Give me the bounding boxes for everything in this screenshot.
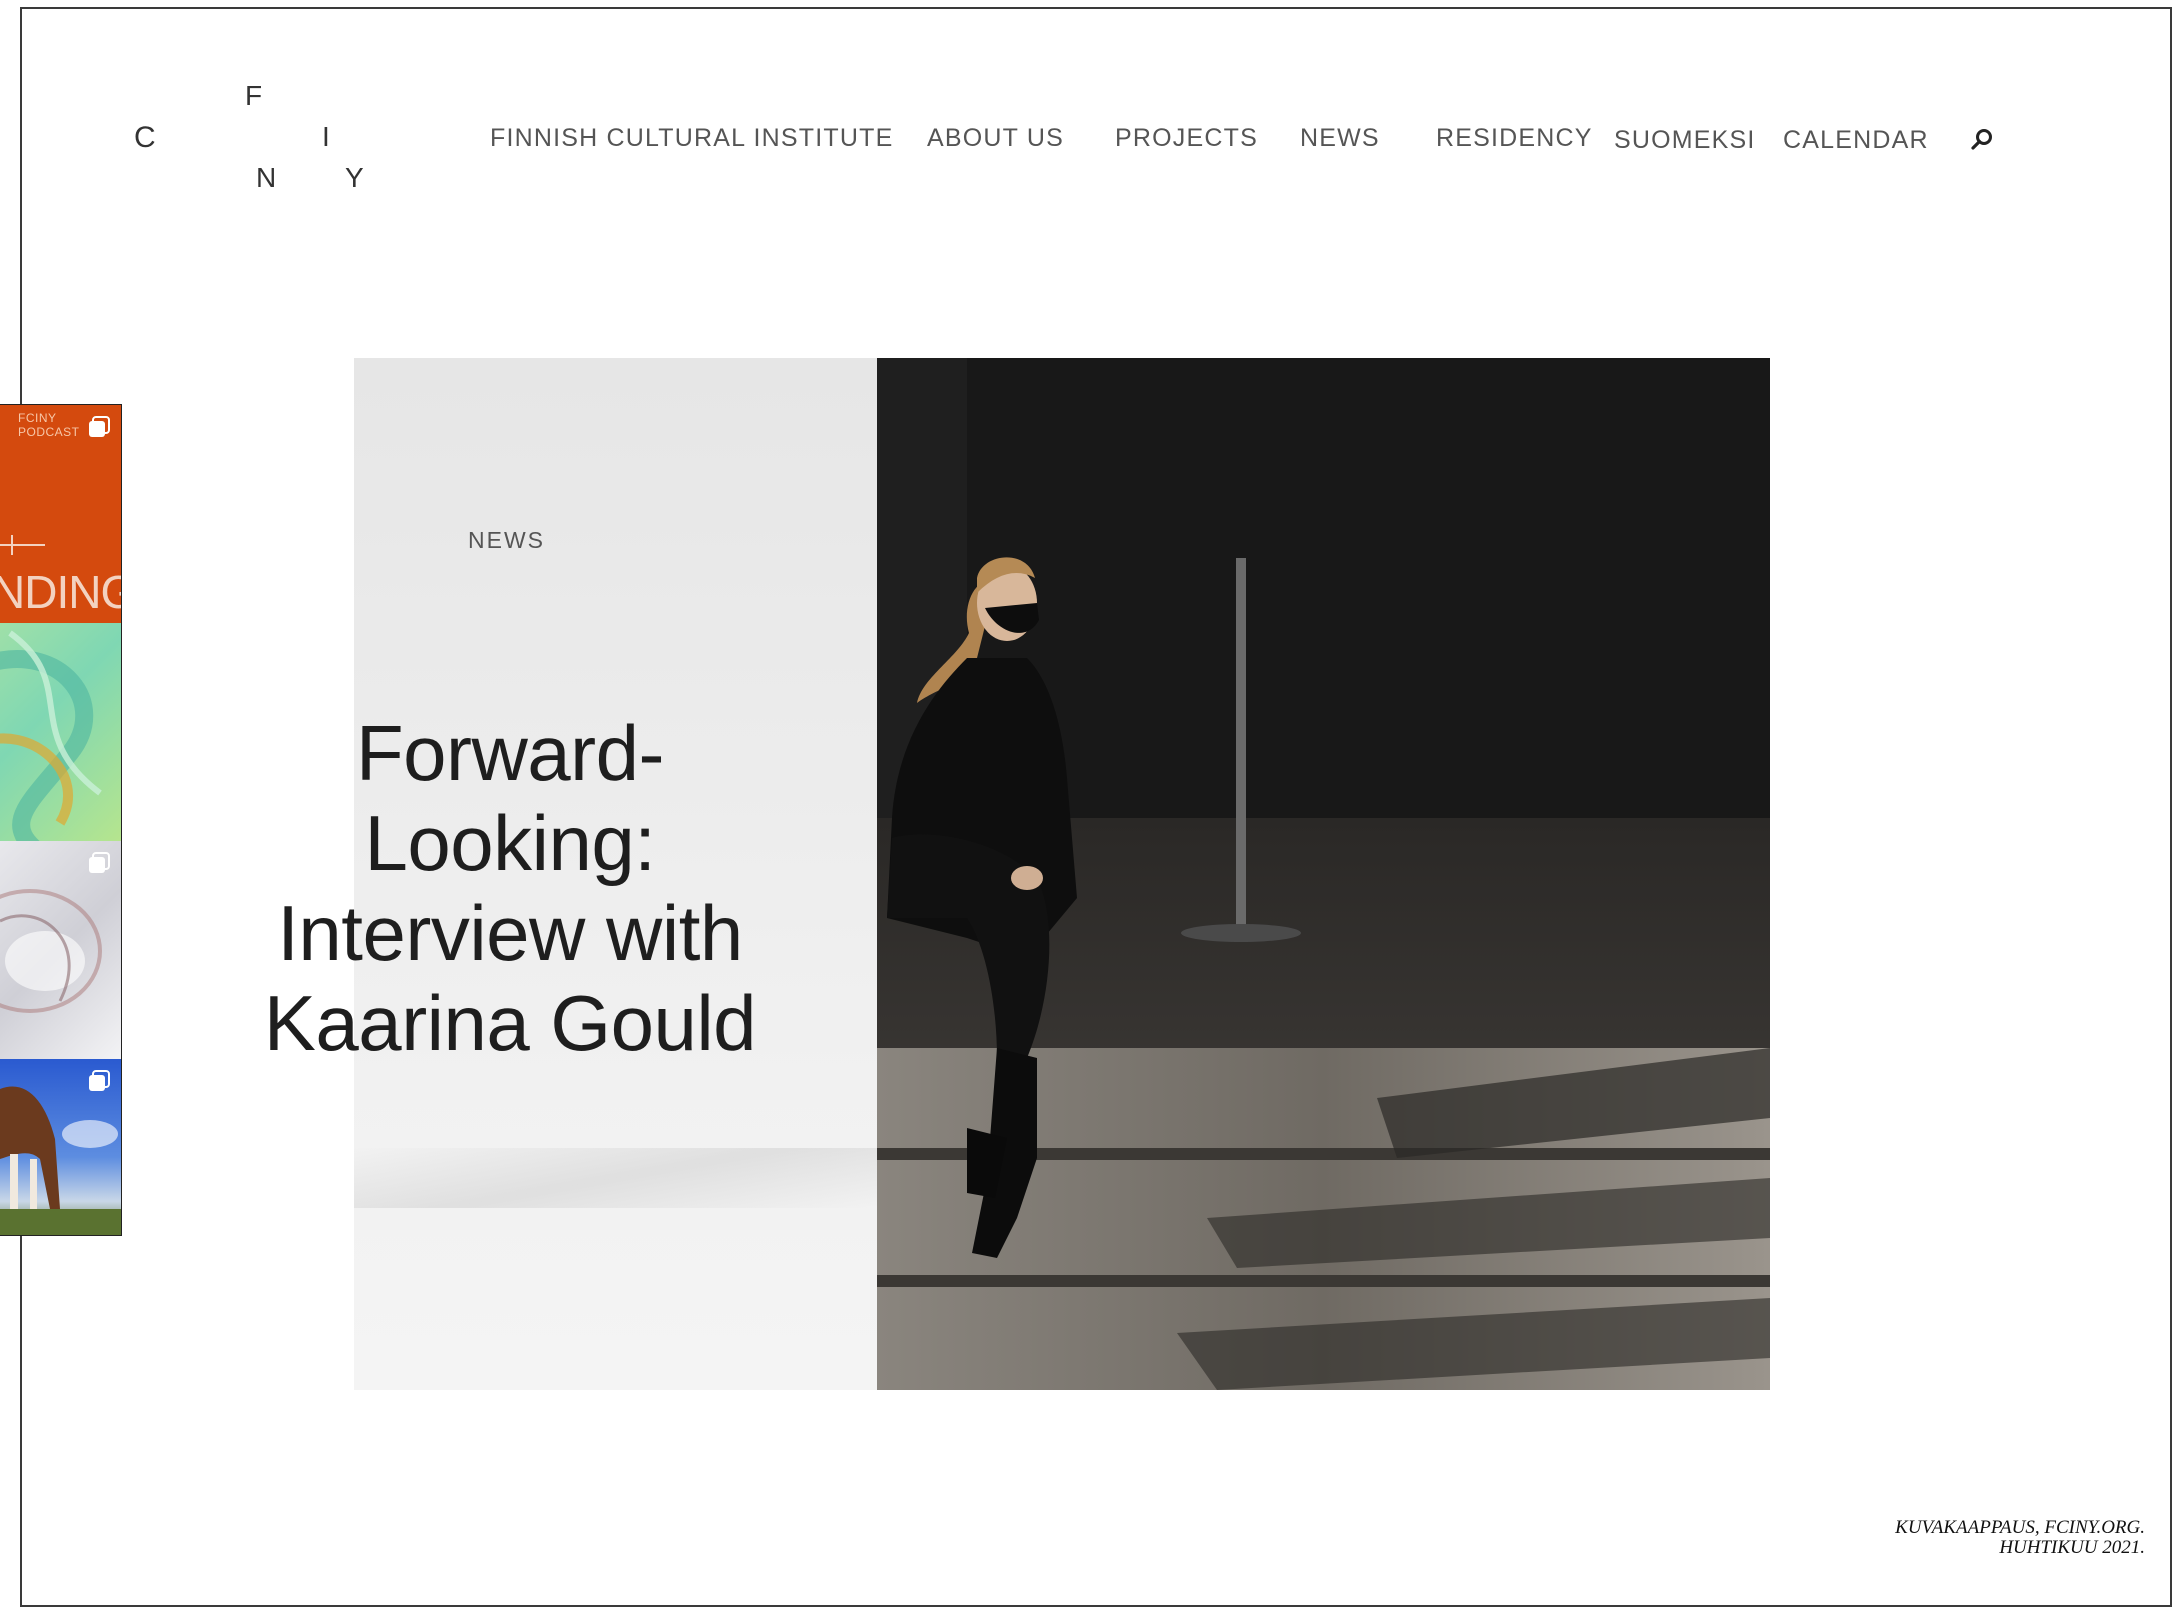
woman-on-steps-image: [877, 358, 1770, 1390]
nav-item-about-us[interactable]: ABOUT US: [927, 124, 1064, 153]
cross-mark-icon: [0, 535, 45, 555]
nav-item-calendar[interactable]: CALENDAR: [1783, 126, 1929, 155]
hero-photo[interactable]: [877, 358, 1770, 1390]
headline-line: Looking:: [364, 799, 656, 887]
headline-line: Forward-: [355, 709, 665, 797]
light-shadow: [354, 1148, 877, 1208]
main-nav: FINNISH CULTURAL INSTITUTE ABOUT US PROJ…: [0, 124, 2183, 160]
logo-letter-y: Y: [345, 162, 364, 193]
abstract-swirl-image: [0, 630, 102, 841]
instagram-feed-strip[interactable]: FCINY PODCAST NDING: [0, 404, 122, 1236]
section-label[interactable]: NEWS: [468, 527, 545, 554]
glass-form-image: [0, 889, 102, 1013]
credit-line-1: KUVAKAAPPAUS, FCINY.ORG.: [1895, 1517, 2145, 1538]
headline-line: Kaarina Gould: [263, 979, 757, 1067]
nav-item-suomeksi[interactable]: SUOMEKSI: [1614, 126, 1756, 155]
instagram-tile-podcast[interactable]: FCINY PODCAST NDING: [0, 405, 121, 623]
article-headline[interactable]: Forward- Looking: Interview with Kaarina…: [250, 708, 770, 1068]
nav-item-projects[interactable]: PROJECTS: [1115, 124, 1258, 153]
nav-item-news[interactable]: NEWS: [1300, 124, 1380, 153]
screenshot-credit: KUVAKAAPPAUS, FCINY.ORG. HUHTIKUU 2021.: [1895, 1518, 2145, 1558]
nav-item-finnish-cultural-institute[interactable]: FINNISH CULTURAL INSTITUTE: [490, 124, 893, 153]
tile-word: NDING: [0, 566, 121, 618]
search-icon[interactable]: [1968, 126, 1996, 154]
multiple-images-icon: [89, 1070, 110, 1091]
credit-line-2: HUHTIKUU 2021.: [1999, 1537, 2145, 1558]
logo-letter-n: N: [256, 162, 277, 193]
instagram-tile-green-abstract[interactable]: [0, 623, 121, 841]
multiple-images-icon: [89, 416, 110, 437]
instagram-tile-horse-field[interactable]: [0, 1059, 121, 1235]
headline-line: Interview with: [277, 889, 743, 977]
nav-item-residency[interactable]: RESIDENCY: [1436, 124, 1593, 153]
instagram-tile-glass-sculpture[interactable]: [0, 841, 121, 1059]
logo-letter-f: F: [245, 80, 263, 111]
